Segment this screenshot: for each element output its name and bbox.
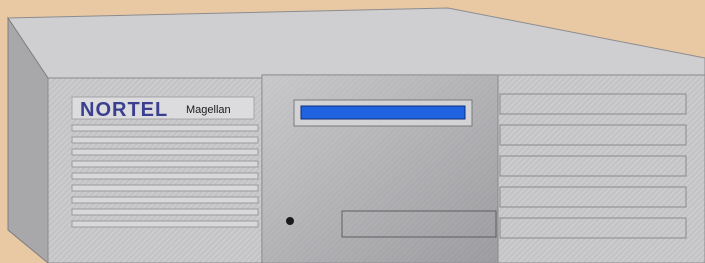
model-name: Magellan (186, 104, 231, 116)
server-illustration: NORTEL Magellan (0, 0, 705, 263)
lcd-display (293, 99, 473, 127)
vent-slats-left (71, 124, 259, 228)
chassis-top (7, 7, 705, 79)
led-dot-icon (286, 217, 294, 225)
brand-logo: NORTEL Magellan (71, 96, 255, 121)
brand-name: NORTEL (80, 99, 168, 121)
